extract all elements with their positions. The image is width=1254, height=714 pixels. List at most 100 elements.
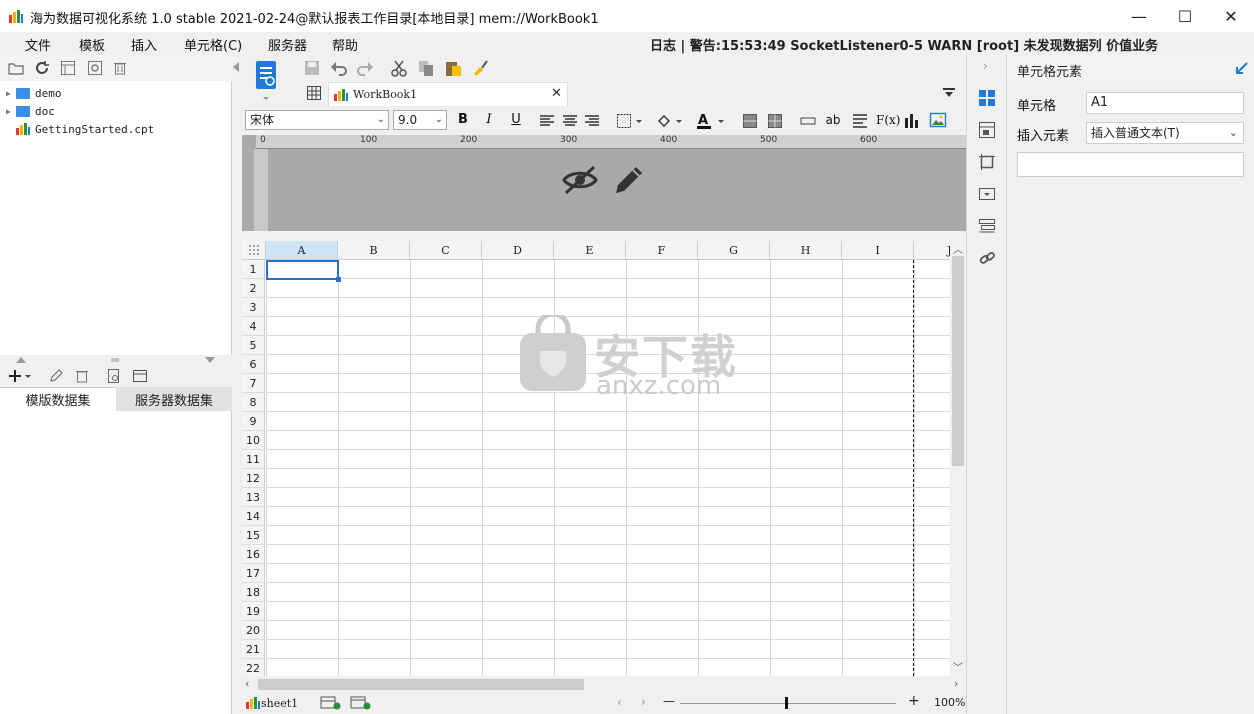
delete-dataset-icon[interactable] — [74, 368, 90, 384]
tab-template-dataset[interactable]: 模版数据集 — [0, 387, 116, 411]
align-right-icon[interactable] — [584, 115, 600, 127]
close-tab-icon[interactable]: ✕ — [551, 86, 562, 101]
tab-workbook1[interactable]: WorkBook1 ✕ — [328, 82, 568, 106]
menu-template[interactable]: 模板 — [79, 35, 105, 54]
menu-server[interactable]: 服务器 — [268, 35, 307, 54]
text-field-icon[interactable] — [800, 115, 816, 127]
new-report-icon[interactable] — [254, 59, 278, 103]
tree-item-doc[interactable]: ▶ doc — [6, 102, 55, 120]
collapse-right-icon[interactable]: › — [983, 59, 988, 73]
selected-cell-a1[interactable] — [266, 260, 339, 280]
fill-color-icon[interactable] — [656, 113, 684, 129]
sheet-tab-sheet1[interactable]: sheet1 — [246, 694, 298, 712]
hide-eye-icon[interactable] — [560, 163, 600, 197]
dataset-settings-icon[interactable] — [132, 368, 148, 384]
zoom-slider-thumb[interactable] — [785, 697, 788, 709]
add-form-sheet-icon[interactable] — [350, 696, 372, 710]
expand-panel-icon[interactable] — [1235, 61, 1249, 75]
zoom-slider[interactable] — [680, 703, 896, 704]
merge-cells-icon[interactable] — [742, 113, 758, 129]
open-folder-icon[interactable] — [8, 60, 24, 76]
expand-arrow-icon[interactable]: ▶ — [6, 89, 16, 98]
align-left-icon[interactable] — [539, 115, 555, 127]
close-button[interactable]: ✕ — [1208, 0, 1254, 32]
cut-icon[interactable] — [390, 59, 408, 77]
prev-sheet-icon[interactable]: ‹ — [617, 695, 622, 709]
bold-button[interactable]: B — [454, 111, 472, 129]
menu-file[interactable]: 文件 — [25, 35, 51, 54]
tree-item-demo[interactable]: ▶ demo — [6, 84, 62, 102]
hyperlink-list-tab-icon[interactable] — [978, 217, 996, 235]
panel-splitter[interactable] — [0, 355, 232, 365]
widget-tab-icon[interactable] — [978, 153, 996, 171]
scroll-thumb[interactable] — [258, 679, 584, 690]
delete-icon[interactable] — [112, 60, 128, 76]
fill-handle[interactable] — [336, 277, 341, 282]
cell-element-tab-icon[interactable] — [978, 89, 996, 107]
unmerge-cells-icon[interactable] — [767, 113, 783, 129]
maximize-button[interactable]: ☐ — [1162, 0, 1208, 32]
sheet-grid-icon[interactable] — [306, 85, 322, 101]
undo-icon[interactable] — [330, 59, 348, 77]
condition-tab-icon[interactable] — [978, 185, 996, 203]
menu-insert[interactable]: 插入 — [131, 35, 157, 54]
preview-icon[interactable] — [106, 368, 122, 384]
vertical-scrollbar[interactable]: ︿ ﹀ — [950, 241, 966, 676]
save-icon[interactable] — [303, 59, 321, 77]
horizontal-scrollbar[interactable]: ‹ › — [242, 676, 966, 693]
scroll-thumb[interactable] — [952, 256, 964, 466]
menu-cell[interactable]: 单元格(C) — [184, 35, 242, 54]
log-status-text[interactable]: 日志 | 警告:15:53:49 SocketListener0-5 WARN … — [650, 35, 1158, 54]
collapse-down-icon[interactable] — [205, 357, 215, 363]
font-color-icon[interactable]: A — [696, 112, 726, 130]
chart-icon[interactable] — [904, 112, 920, 128]
collapse-up-icon[interactable] — [16, 357, 26, 363]
tree-item-gettingstarted[interactable]: GettingStarted.cpt — [6, 120, 154, 138]
report-file-icon — [246, 697, 260, 709]
paste-icon[interactable] — [444, 59, 462, 77]
font-size-select[interactable]: 9.0 ⌄ — [393, 110, 447, 130]
format-painter-icon[interactable] — [471, 59, 489, 77]
watermark-logo — [518, 311, 588, 395]
cell-properties-panel: 单元格元素 单元格 A1 插入元素 插入普通文本(T) ⌄ — [1006, 55, 1254, 714]
underline-button[interactable]: U — [507, 111, 525, 129]
add-dataset-icon[interactable] — [8, 368, 32, 384]
tab-menu-icon[interactable] — [942, 87, 956, 99]
minimize-button[interactable]: — — [1116, 0, 1162, 32]
cell-content-editor[interactable] — [1017, 152, 1244, 177]
redo-icon[interactable] — [356, 59, 374, 77]
cell-address-field[interactable]: A1 — [1086, 92, 1244, 114]
template-icon[interactable] — [60, 60, 76, 76]
insert-text-button[interactable]: ab — [824, 111, 842, 129]
image-icon[interactable] — [929, 112, 947, 128]
tree-item-label: GettingStarted.cpt — [35, 122, 155, 136]
hyperlink-tab-icon[interactable] — [978, 249, 996, 267]
editor-area: WorkBook1 ✕ 宋体 ⌄ 9.0 ⌄ B I U A ab F(x) 0… — [242, 55, 966, 714]
settings-icon[interactable] — [87, 60, 103, 76]
next-sheet-icon[interactable]: › — [641, 695, 646, 709]
copy-icon[interactable] — [417, 59, 435, 77]
formula-button[interactable]: F(x) — [876, 111, 900, 129]
menu-bar: 文件 模板 插入 单元格(C) 服务器 帮助 日志 | 警告:15:53:49 … — [0, 32, 1254, 54]
spreadsheet-grid[interactable]: ABCDEFGHIJ 1 2 3 4 5 6 7 8 9 10 11 12 13 14 15 16 17 18 19… — [242, 241, 950, 676]
zoom-in-button[interactable]: + — [908, 693, 920, 709]
cell-attribute-tab-icon[interactable] — [978, 121, 996, 139]
align-center-icon[interactable] — [562, 115, 578, 127]
italic-button[interactable]: I — [480, 111, 498, 129]
expand-arrow-icon[interactable]: ▶ — [6, 107, 16, 116]
scroll-down-icon: ﹀ — [953, 663, 963, 674]
refresh-icon[interactable] — [34, 60, 50, 76]
insert-element-select[interactable]: 插入普通文本(T) ⌄ — [1086, 122, 1244, 144]
drag-handle-icon[interactable] — [111, 358, 119, 362]
zoom-out-button[interactable]: — — [663, 694, 675, 708]
edit-pencil-icon[interactable] — [612, 163, 646, 197]
main-toolbar — [242, 55, 966, 100]
rich-text-icon[interactable] — [852, 114, 868, 128]
collapse-left-icon[interactable] — [233, 62, 239, 72]
border-icon[interactable] — [616, 113, 644, 129]
font-family-select[interactable]: 宋体 ⌄ — [245, 110, 389, 130]
menu-help[interactable]: 帮助 — [332, 35, 358, 54]
add-sheet-icon[interactable] — [320, 696, 342, 710]
edit-icon[interactable] — [48, 368, 64, 384]
tab-server-dataset[interactable]: 服务器数据集 — [116, 387, 232, 411]
